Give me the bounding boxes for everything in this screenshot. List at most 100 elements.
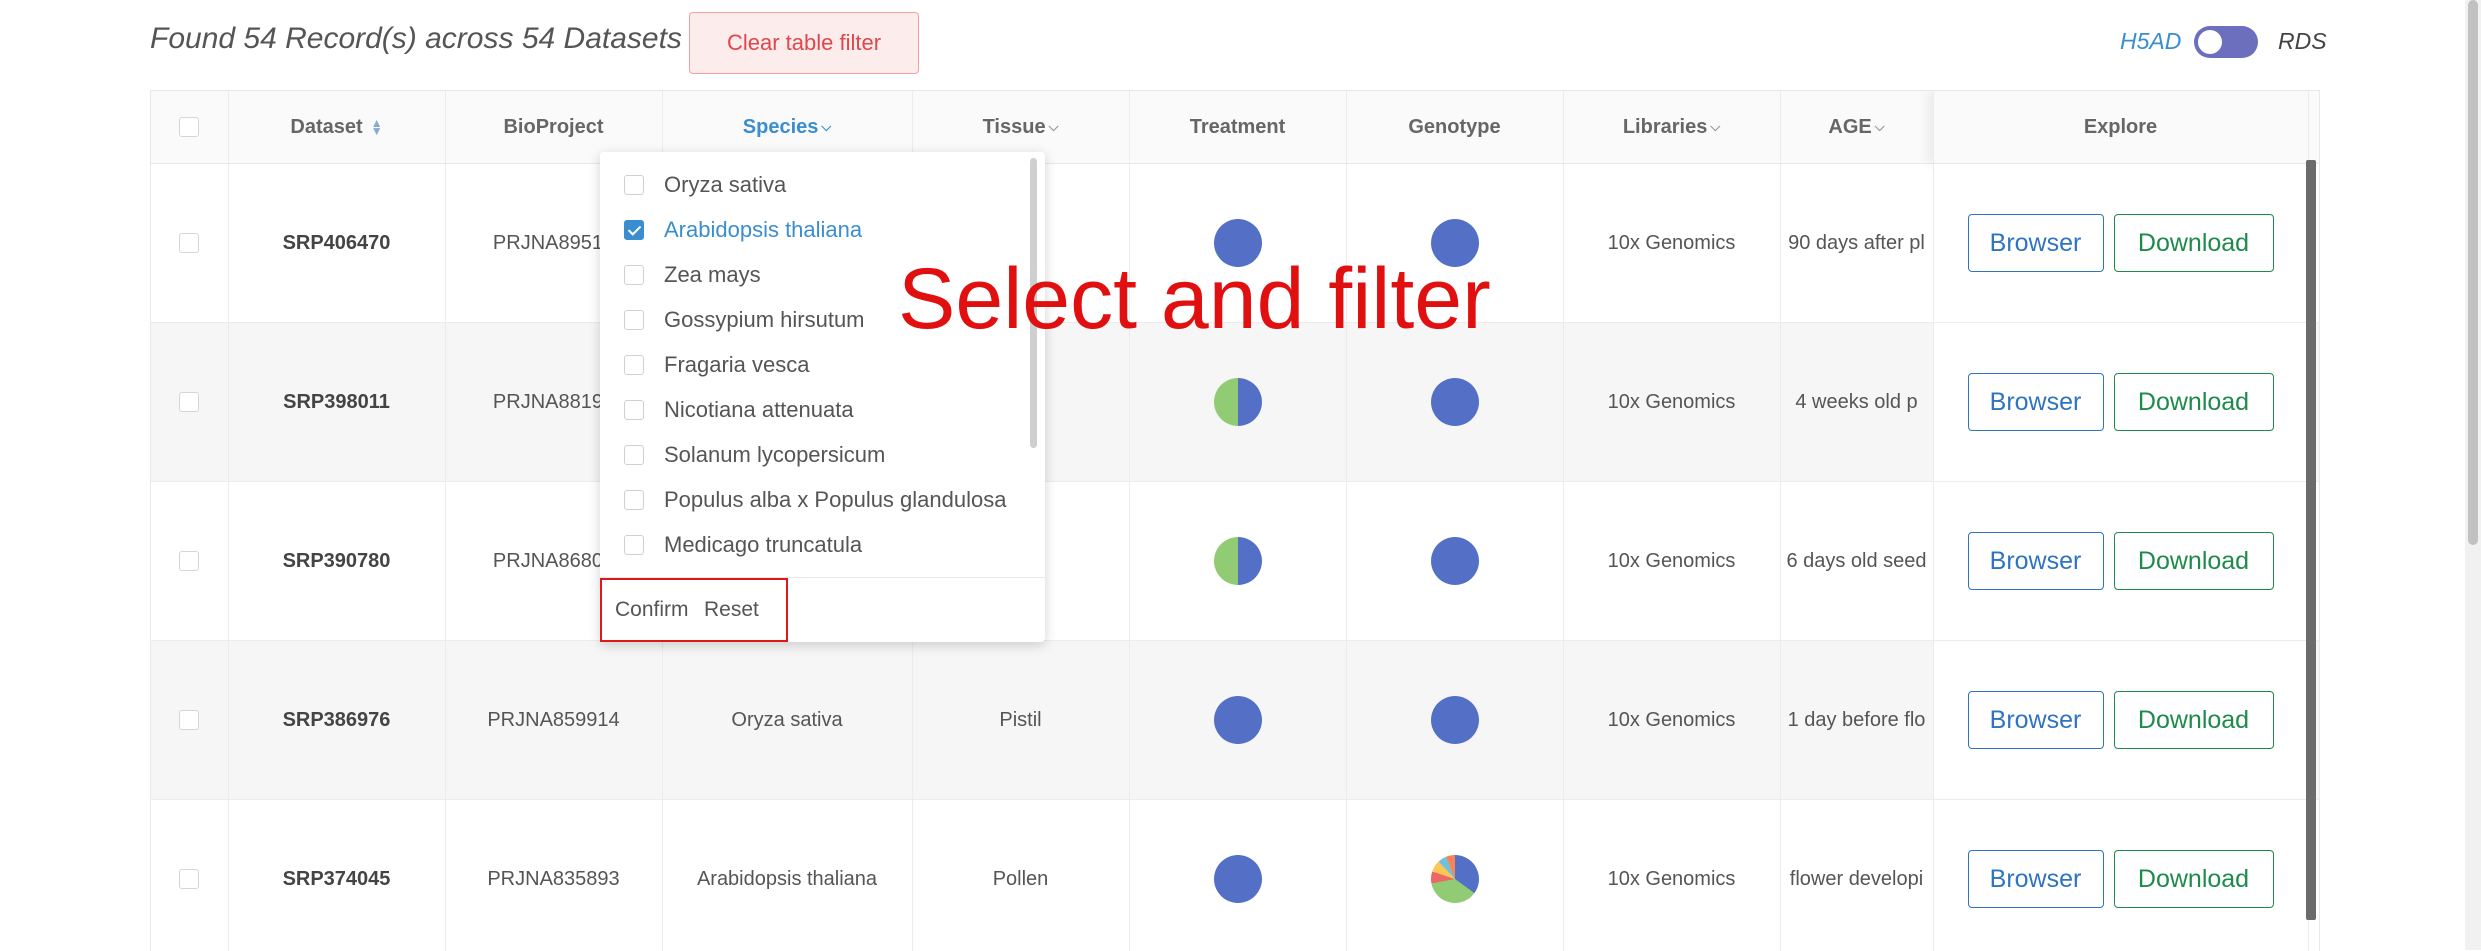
download-button[interactable]: Download [2114, 532, 2274, 590]
download-button[interactable]: Download [2114, 691, 2274, 749]
browser-button[interactable]: Browser [1968, 850, 2104, 908]
column-header-dataset[interactable]: Dataset▲▼ [228, 91, 445, 164]
tissue-cell: Pistil [912, 641, 1129, 800]
page-scrollbar-track[interactable] [2465, 0, 2481, 950]
column-header-explore: Explore [1933, 91, 2308, 164]
option-label: Medicago truncatula [664, 532, 862, 558]
species-header-label: Species [743, 116, 819, 138]
select-all-checkbox[interactable] [179, 117, 199, 137]
age-cell: 4 weeks old p [1780, 323, 1933, 482]
libraries-cell: 10x Genomics [1563, 641, 1780, 800]
annotation-highlight-box [600, 578, 788, 642]
format-rds-label: RDS [2278, 28, 2327, 55]
species-option[interactable]: Oryza sativa [624, 167, 786, 203]
annotation-text: Select and filter [898, 250, 1491, 349]
species-option[interactable]: Populus alba x Populus glandulosa [624, 482, 1006, 518]
option-checkbox[interactable] [624, 310, 644, 330]
download-button[interactable]: Download [2114, 373, 2274, 431]
option-checkbox[interactable] [624, 175, 644, 195]
species-option[interactable]: Fragaria vesca [624, 347, 810, 383]
dataset-cell: SRP406470 [228, 164, 445, 323]
option-checkbox[interactable] [624, 355, 644, 375]
genotype-pie-chart[interactable] [1431, 537, 1479, 585]
option-label: Gossypium hirsutum [664, 307, 865, 333]
species-option[interactable]: Gossypium hirsutum [624, 302, 865, 338]
genotype-cell [1346, 482, 1563, 641]
chevron-down-icon[interactable]: ⌵ [1710, 119, 1720, 134]
option-checkbox[interactable] [624, 265, 644, 285]
dataset-cell: SRP390780 [228, 482, 445, 641]
species-option[interactable]: Nicotiana attenuata [624, 392, 854, 428]
clear-table-filter-button[interactable]: Clear table filter [689, 12, 919, 74]
option-checkbox[interactable] [624, 445, 644, 465]
row-checkbox[interactable] [179, 710, 199, 730]
age-cell: 90 days after pl [1780, 164, 1933, 323]
species-option[interactable]: Solanum lycopersicum [624, 437, 885, 473]
column-header-treatment: Treatment [1129, 91, 1346, 164]
dataset-cell: SRP374045 [228, 800, 445, 951]
format-toggle-switch[interactable] [2194, 26, 2258, 58]
treatment-cell [1129, 482, 1346, 641]
table-scrollbar[interactable] [2306, 160, 2316, 920]
species-filter-dropdown: Oryza sativa Arabidopsis thaliana Zea ma… [600, 152, 1045, 642]
option-checkbox[interactable] [624, 220, 644, 240]
option-label: Solanum lycopersicum [664, 442, 885, 468]
option-checkbox[interactable] [624, 490, 644, 510]
explore-cell: BrowserDownload [1933, 323, 2308, 482]
libraries-header-label: Libraries [1623, 116, 1707, 138]
browser-button[interactable]: Browser [1968, 532, 2104, 590]
dropdown-footer: Confirm Reset [600, 577, 1045, 643]
chevron-down-icon[interactable]: ⌵ [821, 119, 831, 134]
column-header-age[interactable]: AGE⌵ [1780, 91, 1933, 164]
select-all-cell [151, 91, 228, 164]
row-select-cell [151, 323, 228, 482]
header-gutter [2308, 91, 2319, 164]
bioproject-cell: PRJNA859914 [445, 641, 662, 800]
explore-cell: BrowserDownload [1933, 482, 2308, 641]
row-checkbox[interactable] [179, 869, 199, 889]
treatment-pie-chart[interactable] [1214, 696, 1262, 744]
genotype-cell [1346, 641, 1563, 800]
libraries-cell: 10x Genomics [1563, 164, 1780, 323]
explore-cell: BrowserDownload [1933, 641, 2308, 800]
genotype-pie-chart[interactable] [1431, 378, 1479, 426]
genotype-pie-chart[interactable] [1431, 855, 1479, 903]
treatment-cell [1129, 641, 1346, 800]
row-select-cell [151, 164, 228, 323]
option-checkbox[interactable] [624, 400, 644, 420]
libraries-cell: 10x Genomics [1563, 800, 1780, 951]
toggle-knob [2198, 30, 2222, 54]
records-summary: Found 54 Record(s) across 54 Datasets [150, 22, 682, 56]
row-select-cell [151, 641, 228, 800]
download-button[interactable]: Download [2114, 850, 2274, 908]
browser-button[interactable]: Browser [1968, 373, 2104, 431]
column-header-libraries[interactable]: Libraries⌵ [1563, 91, 1780, 164]
species-option[interactable]: Zea mays [624, 257, 761, 293]
browser-button[interactable]: Browser [1968, 214, 2104, 272]
browser-button[interactable]: Browser [1968, 691, 2104, 749]
page-scrollbar-thumb[interactable] [2468, 0, 2478, 545]
download-button[interactable]: Download [2114, 214, 2274, 272]
chevron-down-icon[interactable]: ⌵ [1875, 119, 1885, 134]
dataset-cell: SRP386976 [228, 641, 445, 800]
explore-cell: BrowserDownload [1933, 164, 2308, 323]
species-option[interactable]: Arabidopsis thaliana [624, 212, 862, 248]
sort-icon[interactable]: ▲▼ [371, 119, 383, 135]
treatment-pie-chart[interactable] [1214, 855, 1262, 903]
genotype-pie-chart[interactable] [1431, 696, 1479, 744]
row-checkbox[interactable] [179, 392, 199, 412]
treatment-pie-chart[interactable] [1214, 378, 1262, 426]
option-checkbox[interactable] [624, 535, 644, 555]
treatment-pie-chart[interactable] [1214, 537, 1262, 585]
species-option[interactable]: Medicago truncatula [624, 527, 862, 563]
option-label: Zea mays [664, 262, 761, 288]
table-row: SRP374045 PRJNA835893 Arabidopsis thalia… [151, 800, 2319, 951]
chevron-down-icon[interactable]: ⌵ [1049, 119, 1059, 134]
table-header-row: Dataset▲▼ BioProject Species⌵ Tissue⌵ Tr… [151, 91, 2319, 164]
format-h5ad-label: H5AD [2120, 28, 2181, 55]
row-checkbox[interactable] [179, 551, 199, 571]
row-checkbox[interactable] [179, 233, 199, 253]
tissue-header-label: Tissue [983, 116, 1046, 138]
bioproject-cell: PRJNA835893 [445, 800, 662, 951]
table-row: SRP390780 PRJNA86804 10x Genomics 6 days… [151, 482, 2319, 641]
